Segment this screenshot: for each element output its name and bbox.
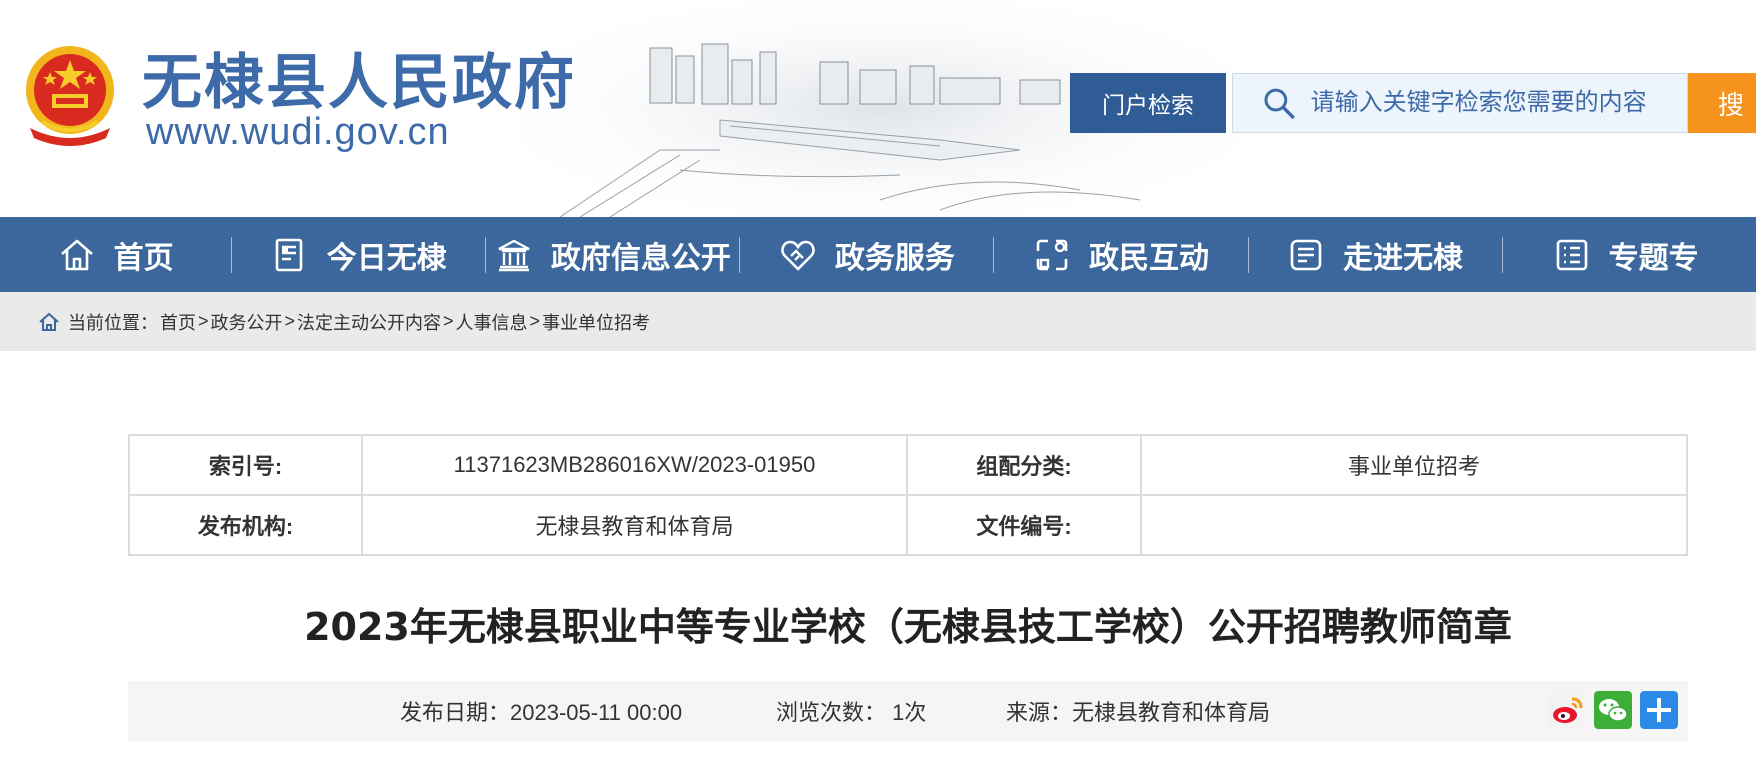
article-source: 来源：无棣县教育和体育局: [1006, 700, 1271, 725]
category-value: 事业单位招考: [1140, 434, 1688, 496]
weibo-icon[interactable]: [1548, 691, 1586, 729]
breadcrumb: 当前位置： 首页 > 政务公开 > 法定主动公开内容 > 人事信息 > 事业单位…: [0, 292, 1756, 351]
nav-item-today[interactable]: 今日无棣: [232, 217, 485, 292]
search-submit-button[interactable]: 搜: [1688, 73, 1756, 133]
index-value: 11371623MB286016XW/2023-01950: [361, 434, 908, 496]
more-share-icon[interactable]: [1640, 691, 1678, 729]
breadcrumb-separator: >: [284, 311, 296, 331]
index-label: 索引号:: [128, 434, 363, 496]
nav-item-label: 政民互动: [1089, 240, 1209, 276]
breadcrumb-separator: >: [198, 311, 209, 331]
nav-item-label: 走进无棣: [1343, 240, 1464, 276]
document-meta-table: 索引号: 11371623MB286016XW/2023-01950 组配分类:…: [128, 434, 1688, 556]
nav-item-info-public[interactable]: 政府信息公开: [486, 217, 739, 292]
docno-value: [1140, 494, 1688, 556]
article-info-bar: 发布日期：2023-05-11 00:00 浏览次数： 1次 来源：无棣县教育和…: [128, 681, 1688, 741]
building-icon: [498, 239, 530, 271]
site-title[interactable]: 无棣县人民政府: [142, 48, 576, 118]
national-emblem-logo: [26, 46, 114, 146]
breadcrumb-link-gov-public[interactable]: 政务公开: [211, 309, 283, 335]
breadcrumb-link-personnel[interactable]: 人事信息: [456, 309, 528, 335]
interaction-icon: [1036, 239, 1068, 270]
table-row: 索引号: 11371623MB286016XW/2023-01950 组配分类:…: [128, 434, 1688, 496]
breadcrumb-separator: >: [443, 311, 454, 331]
nav-item-label: 政府信息公开: [550, 240, 731, 276]
table-row: 发布机构: 无棣县教育和体育局 文件编号:: [128, 494, 1688, 556]
home-icon: [39, 312, 59, 331]
nav-item-special[interactable]: 专题专: [1503, 217, 1756, 292]
nav-item-label: 今日无棣: [326, 240, 447, 276]
heart-hand-icon: [781, 240, 815, 271]
document-icon: [275, 238, 303, 271]
category-label: 组配分类:: [906, 434, 1142, 496]
search-input[interactable]: [1310, 89, 1687, 117]
site-header: 无棣县人民政府 www.wudi.gov.cn 门户检索 搜: [0, 0, 1756, 217]
breadcrumb-separator: >: [529, 311, 541, 331]
publisher-label: 发布机构:: [128, 494, 363, 556]
nav-item-interaction[interactable]: 政民互动: [994, 217, 1247, 292]
docno-label: 文件编号:: [906, 494, 1142, 556]
publisher-value: 无棣县教育和体育局: [361, 494, 908, 556]
search-icon: [1264, 88, 1295, 119]
home-icon: [60, 239, 93, 270]
view-count: 浏览次数： 1次: [776, 700, 927, 725]
nav-item-label: 专题专: [1608, 240, 1699, 276]
breadcrumb-link-recruitment[interactable]: 事业单位招考: [542, 309, 650, 335]
article-title: 2023年无棣县职业中等专业学校（无棣县技工学校）公开招聘教师简章: [304, 605, 1512, 649]
search-scope-button[interactable]: 门户检索: [1070, 73, 1226, 133]
nav-item-label: 政务服务: [834, 240, 955, 276]
nav-item-label: 首页: [113, 240, 174, 276]
breadcrumb-link-home[interactable]: 首页: [160, 309, 196, 335]
nav-item-home[interactable]: 首页: [0, 217, 231, 292]
list-icon: [1556, 239, 1587, 270]
breadcrumb-link-legal-content[interactable]: 法定主动公开内容: [297, 309, 441, 335]
publish-date: 发布日期：2023-05-11 00:00: [400, 700, 683, 725]
main-nav: 首页 今日无棣 政府信息公开 政务服务 政民互动 走进无棣 专题专: [0, 217, 1756, 292]
site-url[interactable]: www.wudi.gov.cn: [146, 110, 450, 154]
nav-item-gov-service[interactable]: 政务服务: [740, 217, 993, 292]
breadcrumb-prefix: 当前位置：: [68, 312, 158, 333]
wechat-icon[interactable]: [1594, 691, 1632, 729]
nav-item-about[interactable]: 走进无棣: [1249, 217, 1502, 292]
card-icon: [1290, 239, 1322, 270]
search-box: [1232, 73, 1688, 133]
